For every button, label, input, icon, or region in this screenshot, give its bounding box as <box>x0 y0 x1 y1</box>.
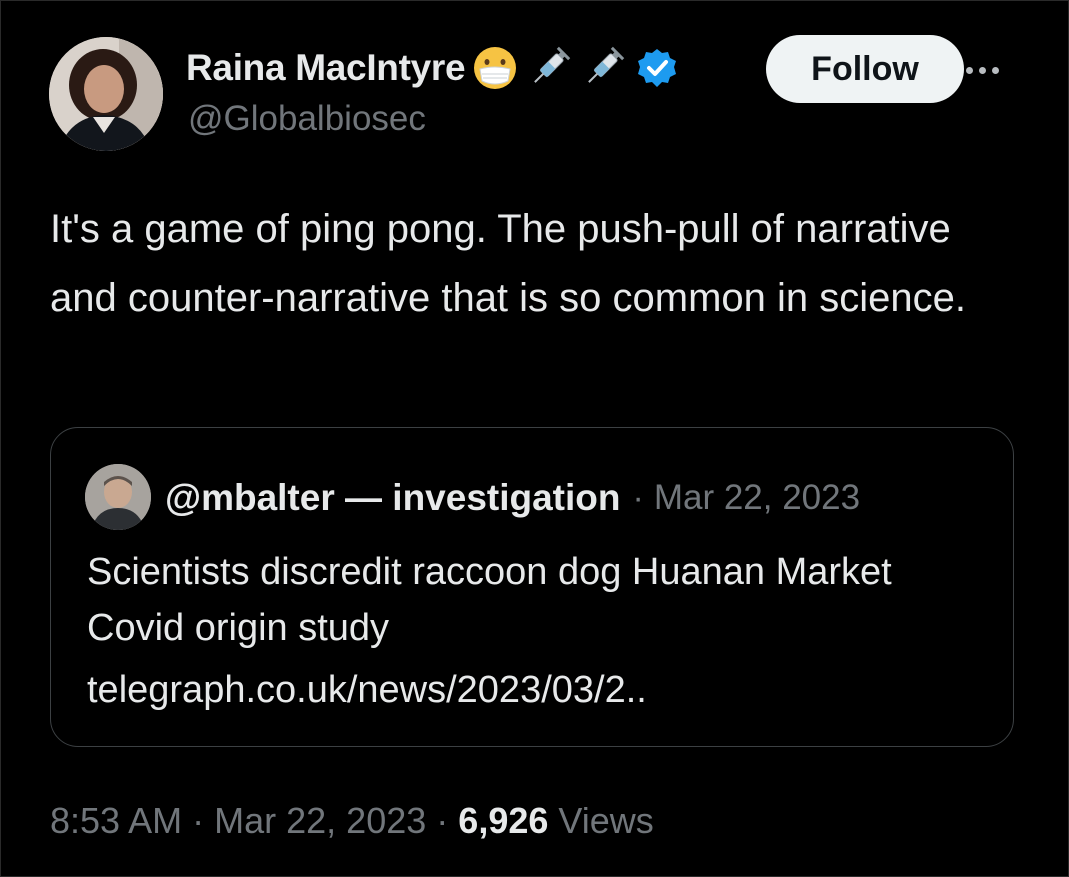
separator: · <box>436 800 449 841</box>
syringe-icon <box>525 44 573 92</box>
views-label: Views <box>558 800 654 841</box>
quoted-text: Scientists discredit raccoon dog Huanan … <box>87 551 892 649</box>
verified-badge-icon[interactable] <box>633 44 681 92</box>
dot <box>992 66 999 74</box>
dot <box>966 66 973 74</box>
author-avatar[interactable] <box>49 37 163 151</box>
quoted-tweet-card[interactable]: @mbalter — investigation · Mar 22, 2023 … <box>50 427 1014 747</box>
quoted-user-avatar[interactable] <box>85 464 151 530</box>
syringe-icon <box>579 44 627 92</box>
quoted-user-name[interactable]: @mbalter — investigation <box>165 477 621 519</box>
tweet-meta: 8:53 AM · Mar 22, 2023 · 6,926 Views <box>50 800 654 842</box>
views-count: 6,926 <box>458 800 549 841</box>
dot <box>979 66 986 74</box>
quoted-header: @mbalter — investigation · Mar 22, 2023 <box>165 472 985 524</box>
tweet-date[interactable]: Mar 22, 2023 <box>214 800 426 841</box>
author-name-row: Raina MacIntyre <box>186 42 681 94</box>
author-name[interactable]: Raina MacIntyre <box>186 47 466 89</box>
mask-face-icon <box>471 44 519 92</box>
quoted-link[interactable]: telegraph.co.uk/news/2023/03/2.. <box>87 662 647 718</box>
more-options-icon[interactable] <box>966 60 1016 80</box>
separator: · <box>632 478 644 517</box>
tweet-text: It's a game of ping pong. The push-pull … <box>50 207 966 320</box>
tweet-time[interactable]: 8:53 AM <box>50 800 182 841</box>
author-handle[interactable]: @Globalbiosec <box>188 99 426 139</box>
follow-button[interactable]: Follow <box>766 35 964 103</box>
separator: · <box>192 800 205 841</box>
quoted-date[interactable]: Mar 22, 2023 <box>654 478 860 518</box>
